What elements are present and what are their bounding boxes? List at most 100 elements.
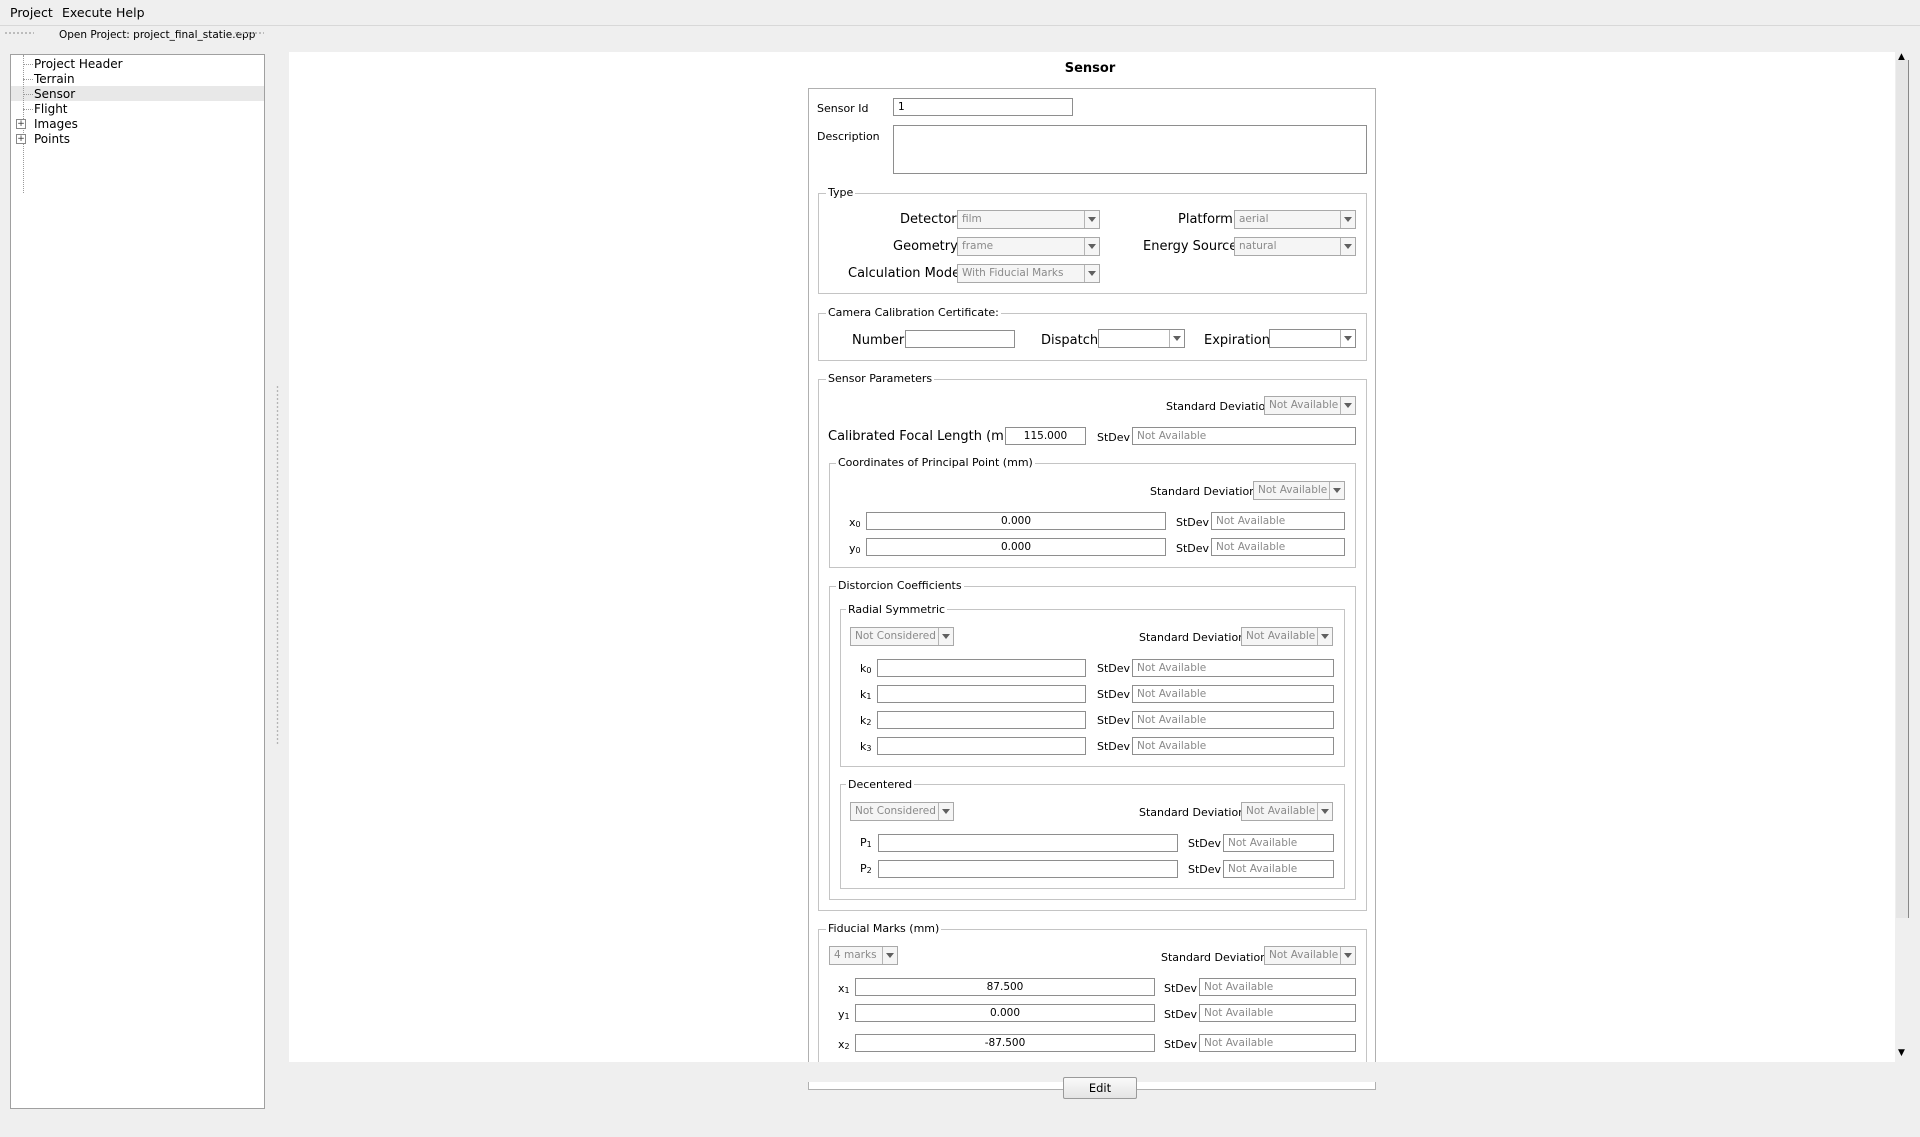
x0-label: x0 [849, 516, 861, 529]
k2-stdev-label: StDev [1097, 714, 1131, 727]
splitter-handle[interactable] [276, 385, 279, 745]
pp-std-devs-select[interactable]: Not Available [1253, 481, 1345, 500]
menu-execute[interactable]: Execute [62, 5, 112, 20]
chevron-down-icon [1169, 330, 1184, 347]
y0-stdev-field[interactable]: Not Available [1211, 538, 1345, 556]
x0-field[interactable]: 0.000 [866, 512, 1166, 530]
p1-stdev-field[interactable]: Not Available [1223, 834, 1334, 852]
y1-label: y1 [838, 1008, 850, 1021]
k1-field[interactable] [877, 685, 1086, 703]
edit-button[interactable]: Edit [1063, 1077, 1137, 1099]
menu-project[interactable]: Project [10, 5, 53, 20]
tree-connector [23, 109, 33, 110]
tree-item-sensor[interactable]: Sensor [34, 87, 75, 102]
x1-field[interactable]: 87.500 [855, 978, 1155, 996]
p2-field[interactable] [878, 860, 1178, 878]
calculation-model-select[interactable]: With Fiducial Marks [957, 264, 1100, 283]
chevron-down-icon [1084, 211, 1099, 228]
k1-label: k1 [860, 688, 872, 701]
menu-help[interactable]: Help [116, 5, 145, 20]
focal-length-field[interactable]: 115.000 [1005, 427, 1086, 445]
dec-std-devs-label: Standard Deviations [1139, 806, 1251, 819]
menu-bar: Project Execute Help [0, 0, 1920, 26]
dispatch-date-select[interactable] [1098, 329, 1185, 348]
scroll-down-icon[interactable]: ▼ [1898, 1048, 1905, 1058]
chevron-down-icon [1340, 238, 1355, 255]
chevron-down-icon [1340, 947, 1355, 964]
y1-field[interactable]: 0.000 [855, 1004, 1155, 1022]
std-dev-select[interactable]: Not Available [1264, 396, 1356, 415]
fiducial-marks-title: Fiducial Marks (mm) [826, 922, 942, 935]
radial-mode-select[interactable]: Not Considered [850, 627, 954, 646]
p1-field[interactable] [878, 834, 1178, 852]
chevron-down-icon [1329, 482, 1344, 499]
detector-select[interactable]: film [957, 210, 1100, 229]
expiration-date-select[interactable] [1269, 329, 1356, 348]
k3-stdev-label: StDev [1097, 740, 1131, 753]
x2-field[interactable]: -87.500 [855, 1034, 1155, 1052]
k0-field[interactable] [877, 659, 1086, 677]
k2-stdev-field[interactable]: Not Available [1132, 711, 1334, 729]
radial-std-devs-value: Not Available [1246, 630, 1316, 642]
k3-stdev-field[interactable]: Not Available [1132, 737, 1334, 755]
energy-source-value: natural [1239, 240, 1277, 252]
platform-value: aerial [1239, 213, 1269, 225]
y1-stdev-field[interactable]: Not Available [1199, 1004, 1356, 1022]
x0-stdev-label: StDev [1176, 516, 1210, 529]
fiducial-std-devs-label: Standard Deviations [1161, 951, 1273, 964]
energy-source-label: Energy Source [1143, 239, 1238, 254]
y0-field[interactable]: 0.000 [866, 538, 1166, 556]
chevron-down-icon [1084, 265, 1099, 282]
chevron-down-icon [1340, 397, 1355, 414]
chevron-down-icon [938, 628, 953, 645]
geometry-select[interactable]: frame [957, 237, 1100, 256]
fiducial-std-devs-select[interactable]: Not Available [1264, 946, 1356, 965]
k3-field[interactable] [877, 737, 1086, 755]
tree-connector [23, 79, 33, 80]
radial-symmetric-title: Radial Symmetric [846, 603, 948, 616]
energy-source-select[interactable]: natural [1234, 237, 1356, 256]
pp-std-devs-value: Not Available [1258, 484, 1328, 496]
x1-stdev-field[interactable]: Not Available [1199, 978, 1356, 996]
sensor-id-field[interactable]: 1 [893, 98, 1073, 116]
p2-stdev-field[interactable]: Not Available [1223, 860, 1334, 878]
toolbar-grip[interactable] [4, 31, 34, 35]
tree-connector [23, 64, 33, 65]
detector-label: Detector [900, 212, 957, 227]
calibration-group-title: Camera Calibration Certificate: [826, 306, 1001, 319]
scrollbar-thumb[interactable] [1896, 60, 1909, 918]
description-field[interactable] [893, 125, 1367, 174]
chevron-down-icon [1084, 238, 1099, 255]
x1-label: x1 [838, 982, 850, 995]
dec-std-devs-select[interactable]: Not Available [1241, 802, 1333, 821]
k1-stdev-field[interactable]: Not Available [1132, 685, 1334, 703]
number-label: Number [852, 333, 905, 348]
focal-stdev-field[interactable]: Not Available [1132, 427, 1356, 445]
expand-images-icon[interactable]: + [16, 119, 26, 129]
platform-select[interactable]: aerial [1234, 210, 1356, 229]
x2-stdev-field[interactable]: Not Available [1199, 1034, 1356, 1052]
project-tree[interactable]: Project Header Terrain Sensor Flight + I… [10, 54, 265, 1109]
radial-std-devs-label: Standard Deviations [1139, 631, 1251, 644]
x0-stdev-field[interactable]: Not Available [1211, 512, 1345, 530]
vertical-scrollbar[interactable]: ▲ ▼ [1895, 52, 1910, 1062]
toolbar-grip-2[interactable] [234, 31, 264, 35]
tree-item-points[interactable]: Points [34, 132, 70, 147]
p1-label: P1 [860, 836, 872, 849]
fiducial-std-devs-value: Not Available [1269, 949, 1339, 961]
calculation-model-value: With Fiducial Marks [962, 267, 1064, 279]
k2-field[interactable] [877, 711, 1086, 729]
radial-std-devs-select[interactable]: Not Available [1241, 627, 1333, 646]
tree-item-project-header[interactable]: Project Header [34, 57, 123, 72]
k0-stdev-field[interactable]: Not Available [1132, 659, 1334, 677]
p2-label: P2 [860, 862, 872, 875]
expand-points-icon[interactable]: + [16, 134, 26, 144]
fiducial-count-select[interactable]: 4 marks [829, 946, 898, 965]
number-field[interactable] [905, 330, 1015, 348]
tree-item-terrain[interactable]: Terrain [34, 72, 75, 87]
type-group-title: Type [826, 186, 856, 199]
chevron-down-icon [882, 947, 897, 964]
tree-item-images[interactable]: Images [34, 117, 78, 132]
tree-item-flight[interactable]: Flight [34, 102, 68, 117]
decentered-mode-select[interactable]: Not Considered [850, 802, 954, 821]
